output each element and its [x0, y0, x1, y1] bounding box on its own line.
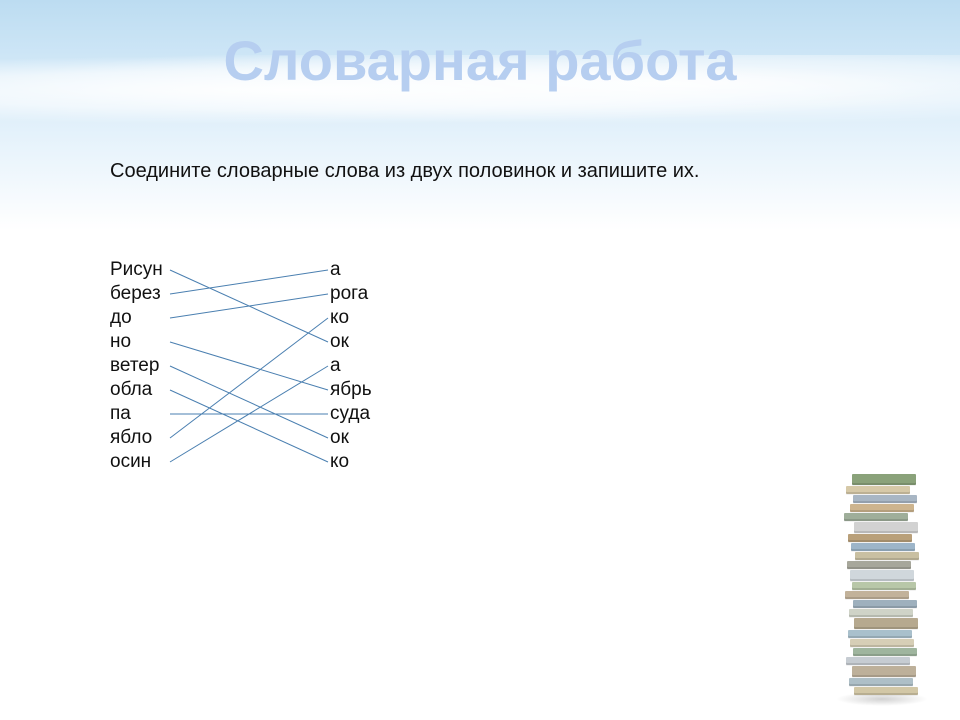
right-word-5: ябрь — [330, 378, 372, 402]
right-word-6: суда — [330, 402, 372, 426]
book-2 — [853, 495, 917, 503]
right-word-3: ок — [330, 330, 372, 354]
book-10 — [850, 570, 914, 581]
book-1 — [846, 486, 910, 494]
book-5 — [854, 522, 918, 533]
book-21 — [849, 678, 913, 686]
right-word-8: ко — [330, 450, 372, 474]
book-11 — [852, 582, 916, 590]
book-12 — [845, 591, 909, 599]
right-word-7: ок — [330, 426, 372, 450]
book-17 — [850, 639, 914, 647]
right-column: арогакоокаябрьсудаокко — [330, 258, 372, 474]
book-9 — [847, 561, 911, 569]
books-stack — [850, 474, 914, 696]
right-word-2: ко — [330, 306, 372, 330]
right-word-4: а — [330, 354, 372, 378]
book-7 — [851, 543, 915, 551]
right-word-0: а — [330, 258, 372, 282]
page-title: Словарная работа — [0, 28, 960, 93]
book-13 — [853, 600, 917, 608]
left-word-0: Рисун — [110, 258, 163, 282]
sky-clouds — [0, 55, 960, 125]
right-word-1: рога — [330, 282, 372, 306]
book-0 — [852, 474, 916, 485]
book-8 — [855, 552, 919, 560]
book-18 — [853, 648, 917, 656]
book-16 — [848, 630, 912, 638]
slide: Словарная работа Соедините словарные сло… — [0, 0, 960, 720]
book-15 — [854, 618, 918, 629]
left-word-4: ветер — [110, 354, 163, 378]
book-3 — [850, 504, 914, 512]
book-19 — [846, 657, 910, 665]
left-word-1: берез — [110, 282, 163, 306]
book-20 — [852, 666, 916, 677]
book-22 — [854, 687, 918, 695]
left-word-3: но — [110, 330, 163, 354]
left-word-8: осин — [110, 450, 163, 474]
book-4 — [844, 513, 908, 521]
left-word-7: ябло — [110, 426, 163, 450]
left-word-6: па — [110, 402, 163, 426]
book-14 — [849, 609, 913, 617]
left-word-2: до — [110, 306, 163, 330]
book-6 — [848, 534, 912, 542]
instruction-text: Соедините словарные слова из двух полови… — [110, 160, 900, 183]
left-word-5: обла — [110, 378, 163, 402]
left-column: Рисунберездоноветероблапаяблоосин — [110, 258, 163, 474]
